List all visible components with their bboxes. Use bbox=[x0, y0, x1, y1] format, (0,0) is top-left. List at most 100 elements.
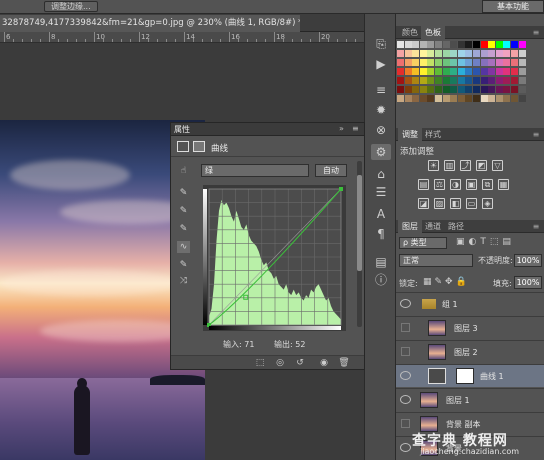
clip-to-layer-icon[interactable]: ⬚ bbox=[253, 357, 267, 369]
eye-icon[interactable] bbox=[400, 443, 411, 452]
swatch[interactable] bbox=[427, 77, 435, 84]
swatch[interactable] bbox=[473, 59, 480, 66]
swatch[interactable] bbox=[518, 77, 526, 84]
swatch[interactable] bbox=[450, 59, 458, 66]
swatch[interactable] bbox=[435, 77, 442, 84]
layer-row[interactable]: 图层 2 bbox=[396, 340, 544, 363]
swatch[interactable] bbox=[480, 95, 488, 102]
channel-select[interactable]: 绿 bbox=[201, 164, 309, 177]
tab-adjustments[interactable]: 调整 bbox=[398, 128, 422, 141]
swatch[interactable] bbox=[480, 50, 488, 57]
swatch[interactable] bbox=[404, 59, 412, 66]
swatch[interactable] bbox=[419, 59, 427, 66]
panel-menu-icon[interactable]: ≡ bbox=[531, 130, 541, 139]
swatch[interactable] bbox=[480, 77, 488, 84]
swatch[interactable] bbox=[412, 77, 420, 84]
auto-button[interactable]: 自动 bbox=[315, 164, 347, 177]
swatch[interactable] bbox=[442, 50, 450, 57]
swatch[interactable] bbox=[427, 95, 435, 102]
swatches-panel-icon[interactable]: ☰ bbox=[371, 184, 391, 200]
swatch[interactable] bbox=[419, 86, 427, 93]
swatch[interactable] bbox=[457, 59, 465, 66]
visibility-icon[interactable]: ◉ bbox=[317, 357, 331, 369]
history-icon[interactable]: ⎘ bbox=[371, 36, 391, 52]
swatch[interactable] bbox=[511, 68, 518, 75]
swatch[interactable] bbox=[457, 41, 465, 48]
swatch[interactable] bbox=[457, 86, 465, 93]
swatch[interactable] bbox=[511, 95, 518, 102]
levels-icon[interactable]: ▥ bbox=[444, 160, 455, 171]
workspace-essentials-button[interactable]: 基本功能 bbox=[482, 0, 544, 13]
swatch[interactable] bbox=[435, 86, 442, 93]
swatch[interactable] bbox=[503, 59, 511, 66]
swatch[interactable] bbox=[397, 86, 404, 93]
swatch[interactable] bbox=[465, 68, 473, 75]
brightness-icon[interactable]: ☀ bbox=[428, 160, 439, 171]
swatch[interactable] bbox=[412, 41, 420, 48]
tab-styles[interactable]: 样式 bbox=[421, 128, 445, 141]
layer-row[interactable]: 组 1 bbox=[396, 292, 544, 315]
swatch[interactable] bbox=[488, 41, 496, 48]
swatch[interactable] bbox=[495, 95, 503, 102]
swatch[interactable] bbox=[450, 95, 458, 102]
swatch[interactable] bbox=[473, 68, 480, 75]
photo-filter-icon[interactable]: ▣ bbox=[466, 179, 477, 190]
white-point-eyedropper-icon[interactable]: ✎ bbox=[177, 223, 190, 235]
swatch[interactable] bbox=[495, 86, 503, 93]
swatch[interactable] bbox=[465, 50, 473, 57]
layer-kind-filter[interactable]: ρ 类型 bbox=[399, 237, 447, 249]
properties-scroll-thumb[interactable] bbox=[357, 175, 362, 271]
swatch[interactable] bbox=[404, 41, 412, 48]
swatch[interactable] bbox=[404, 95, 412, 102]
tab-layers[interactable]: 图层 bbox=[398, 220, 422, 233]
character-icon[interactable]: A bbox=[371, 206, 391, 222]
swatch[interactable] bbox=[488, 95, 496, 102]
swatch[interactable] bbox=[450, 77, 458, 84]
swatch[interactable] bbox=[518, 86, 526, 93]
swatch[interactable] bbox=[435, 41, 442, 48]
swatch[interactable] bbox=[397, 68, 404, 75]
swatch[interactable] bbox=[518, 50, 526, 57]
swatch[interactable] bbox=[495, 77, 503, 84]
properties-icon[interactable]: ⚙ bbox=[371, 144, 391, 160]
edit-points-icon[interactable]: ∿ bbox=[177, 241, 190, 253]
notes-icon[interactable]: ▤ bbox=[371, 254, 391, 270]
swatch[interactable] bbox=[397, 77, 404, 84]
swatch[interactable] bbox=[419, 50, 427, 57]
swatch[interactable] bbox=[450, 86, 458, 93]
info-icon[interactable]: ⓘ bbox=[371, 272, 391, 288]
view-previous-icon[interactable]: ◎ bbox=[273, 357, 287, 369]
swatch[interactable] bbox=[488, 50, 496, 57]
visibility-toggle[interactable] bbox=[401, 347, 410, 356]
swatch[interactable] bbox=[503, 95, 511, 102]
swatch[interactable] bbox=[397, 95, 404, 102]
visibility-toggle[interactable] bbox=[401, 419, 410, 428]
swatch[interactable] bbox=[511, 86, 518, 93]
tab-color[interactable]: 颜色 bbox=[398, 26, 422, 39]
tab-channels[interactable]: 通道 bbox=[421, 220, 445, 233]
swatch[interactable] bbox=[495, 68, 503, 75]
swatch[interactable] bbox=[503, 41, 511, 48]
swatch[interactable] bbox=[427, 41, 435, 48]
eye-icon[interactable] bbox=[400, 395, 411, 404]
properties-header[interactable]: 属性 » ≡ bbox=[171, 123, 364, 136]
curves-graph[interactable] bbox=[203, 185, 346, 331]
swatch[interactable] bbox=[465, 41, 473, 48]
swatch[interactable] bbox=[412, 86, 420, 93]
layer-row[interactable]: 曲线 1 bbox=[396, 364, 544, 387]
selective-color-icon[interactable]: ◈ bbox=[482, 198, 493, 209]
panel-menu-icon[interactable]: ≡ bbox=[531, 28, 541, 37]
threshold-icon[interactable]: ◧ bbox=[450, 198, 461, 209]
swatch[interactable] bbox=[473, 95, 480, 102]
swatch[interactable] bbox=[412, 95, 420, 102]
swatch[interactable] bbox=[397, 59, 404, 66]
swatch[interactable] bbox=[495, 50, 503, 57]
blend-mode-select[interactable]: 正常 bbox=[399, 254, 473, 267]
black-white-icon[interactable]: ◑ bbox=[450, 179, 461, 190]
black-point-eyedropper-icon[interactable]: ✎ bbox=[177, 187, 190, 199]
clone-source-icon[interactable]: ⊗ bbox=[371, 122, 391, 138]
swatch[interactable] bbox=[442, 59, 450, 66]
opacity-field[interactable]: 100% bbox=[514, 254, 542, 267]
color-balance-icon[interactable]: ⚖ bbox=[434, 179, 445, 190]
curves-adjustment-icon[interactable] bbox=[177, 141, 189, 152]
